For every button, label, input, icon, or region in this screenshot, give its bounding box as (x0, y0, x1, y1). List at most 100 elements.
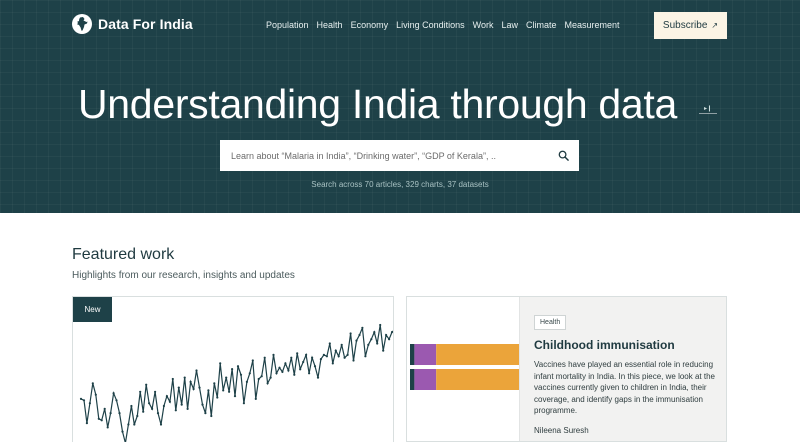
data-point (112, 392, 115, 395)
data-point (287, 369, 290, 372)
main-nav: Population Health Economy Living Conditi… (266, 20, 620, 30)
data-point (263, 356, 266, 359)
data-point (204, 412, 207, 415)
data-point (293, 373, 296, 376)
brand-name: Data For India (98, 16, 193, 32)
nav-item-living-conditions[interactable]: Living Conditions (396, 20, 465, 30)
data-point (254, 397, 257, 400)
data-point (189, 380, 192, 383)
data-point (118, 412, 121, 415)
featured-title: Featured work (72, 246, 175, 263)
article-author: Nileena Suresh (534, 425, 589, 435)
featured-subtitle: Highlights from our research, insights a… (72, 270, 295, 281)
data-point (148, 402, 151, 405)
data-point (296, 352, 299, 355)
data-point (334, 349, 337, 352)
data-point (340, 343, 343, 346)
data-point (142, 410, 145, 413)
data-point (343, 356, 346, 359)
nav-item-health[interactable]: Health (317, 20, 343, 30)
article-title[interactable]: Childhood immunisation (534, 338, 716, 352)
data-point (308, 372, 311, 375)
data-point (266, 382, 269, 385)
data-point (159, 423, 163, 426)
data-point (201, 403, 204, 406)
data-point (97, 417, 100, 420)
data-point (376, 342, 379, 345)
data-point (245, 380, 248, 383)
hero-title: Understanding India through data (78, 81, 678, 127)
animation-control-icon[interactable]: ▸❙ (699, 104, 717, 114)
featured-article-card[interactable]: Health Childhood immunisation Vaccines h… (406, 296, 727, 442)
data-point (272, 353, 275, 356)
subscribe-button[interactable]: Subscribe ↗ (654, 12, 727, 39)
data-point (358, 333, 361, 337)
data-point (130, 404, 133, 408)
nav-item-climate[interactable]: Climate (526, 20, 557, 30)
data-point (233, 395, 237, 398)
bar-segment-orange (436, 369, 519, 390)
nav-item-law[interactable]: Law (501, 20, 518, 30)
bar-segment-dark (410, 369, 415, 390)
data-point (346, 353, 349, 356)
data-point (311, 356, 314, 359)
data-point (106, 426, 109, 429)
nav-item-population[interactable]: Population (266, 20, 309, 30)
bar-segment-dark (410, 344, 415, 365)
data-point (322, 353, 325, 356)
featured-chart-card[interactable]: New (72, 296, 394, 442)
nav-item-economy[interactable]: Economy (351, 20, 389, 30)
data-point (174, 409, 177, 412)
data-point (379, 323, 382, 327)
data-point (352, 359, 355, 362)
data-point (382, 349, 385, 352)
data-point (373, 331, 376, 334)
search-bar (220, 140, 579, 171)
data-point (388, 338, 391, 341)
data-point (225, 376, 228, 379)
data-point (328, 342, 331, 345)
brand[interactable]: Data For India (72, 14, 193, 34)
search-input[interactable] (231, 150, 558, 161)
data-point (370, 338, 373, 341)
bar-segment-purple (414, 369, 437, 390)
data-point (228, 390, 231, 393)
data-point (133, 423, 136, 426)
data-point (222, 389, 225, 392)
data-point (355, 339, 358, 342)
data-point (251, 359, 254, 362)
data-point (390, 331, 393, 334)
data-point (183, 376, 186, 379)
data-point (337, 355, 340, 358)
category-tag[interactable]: Health (534, 315, 567, 330)
data-point (278, 366, 281, 369)
data-point (284, 362, 287, 365)
data-point (88, 402, 91, 405)
data-point (302, 360, 305, 364)
data-point (313, 365, 317, 368)
data-point (156, 412, 160, 415)
india-map-logo-icon (72, 14, 92, 34)
nav-item-work[interactable]: Work (473, 20, 494, 30)
data-point (136, 414, 139, 418)
data-point (177, 386, 180, 389)
search-icon[interactable] (558, 150, 569, 161)
data-point (85, 422, 88, 425)
data-point (213, 382, 216, 385)
new-badge: New (73, 297, 112, 322)
data-point (154, 390, 157, 393)
data-point (364, 355, 367, 358)
arrow-up-right-icon: ↗ (711, 21, 719, 30)
data-point (100, 419, 103, 422)
nav-item-measurement[interactable]: Measurement (565, 20, 620, 30)
data-point (165, 395, 168, 398)
data-point (385, 333, 388, 337)
data-point (248, 372, 251, 375)
data-point (94, 393, 97, 396)
data-point (281, 370, 284, 373)
data-point (82, 399, 86, 402)
data-point (103, 407, 106, 410)
data-point (115, 399, 118, 402)
data-point (121, 430, 124, 433)
data-point (257, 377, 260, 381)
